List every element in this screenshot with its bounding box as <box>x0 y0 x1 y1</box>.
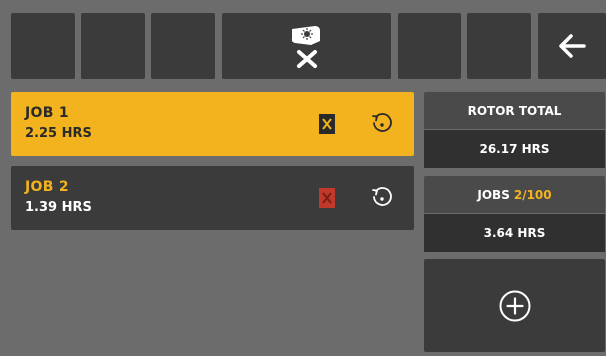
rotor-reset-button[interactable] <box>222 13 391 79</box>
toolbar-slot-6[interactable] <box>467 13 531 79</box>
plus-circle-icon <box>499 290 530 321</box>
arrow-left-icon <box>559 34 586 58</box>
job-hours: 1.39 HRS <box>25 200 92 215</box>
jobs-summary-label: JOBS 2/100 <box>424 176 605 213</box>
delete-icon[interactable] <box>319 114 335 134</box>
rotor-total-value: 26.17 HRS <box>424 130 605 168</box>
add-job-button[interactable] <box>424 259 605 352</box>
rotor-reset-icon <box>291 26 320 68</box>
screen: JOB 1 2.25 HRS JOB 2 1.39 HRS ROTOR TOTA… <box>0 0 606 356</box>
toolbar-slot-3[interactable] <box>151 13 215 79</box>
toolbar-slot-5[interactable] <box>398 13 461 79</box>
jobs-label: JOBS <box>477 187 510 202</box>
toolbar-slot-1[interactable] <box>11 13 75 79</box>
reset-icon[interactable] <box>371 113 393 135</box>
reset-icon[interactable] <box>371 187 393 209</box>
rotor-total-label: ROTOR TOTAL <box>424 92 605 129</box>
job-row-2[interactable]: JOB 2 1.39 HRS <box>11 166 414 230</box>
job-name: JOB 2 <box>25 179 69 195</box>
job-hours: 2.25 HRS <box>25 126 92 141</box>
job-row-1[interactable]: JOB 1 2.25 HRS <box>11 92 414 156</box>
job-name: JOB 1 <box>25 105 69 121</box>
delete-icon <box>319 188 335 208</box>
toolbar-slot-2[interactable] <box>81 13 145 79</box>
jobs-count: 2/100 <box>513 187 552 202</box>
jobs-total-value: 3.64 HRS <box>424 214 605 252</box>
back-button[interactable] <box>538 13 606 79</box>
